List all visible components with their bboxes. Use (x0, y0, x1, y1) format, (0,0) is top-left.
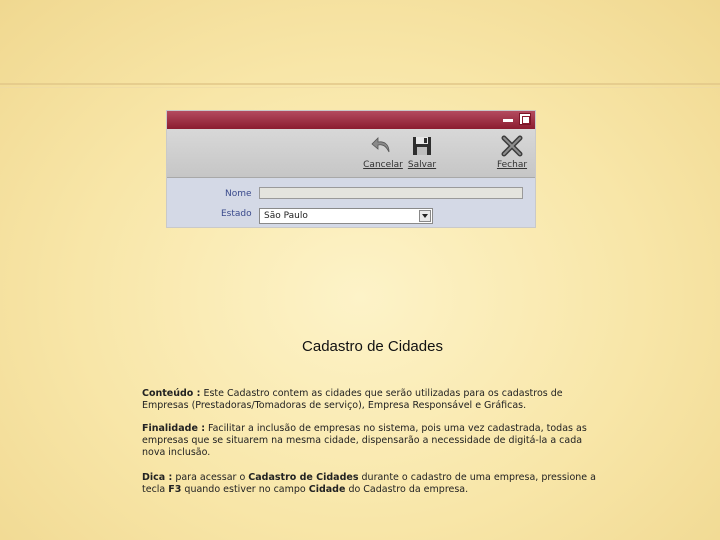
cidade-form: Nome Estado São Paulo (167, 178, 535, 227)
close-x-icon (501, 135, 523, 157)
slide-top-rule-secondary (0, 87, 720, 88)
nome-input[interactable] (259, 187, 523, 199)
conteudo-paragraph: Conteúdo : Este Cadastro contem as cidad… (142, 388, 602, 412)
estado-label: Estado (221, 209, 252, 219)
conteudo-term: Conteúdo : (142, 388, 201, 399)
dica-bold-cadastro: Cadastro de Cidades (248, 472, 359, 483)
window-titlebar (167, 111, 535, 129)
finalidade-paragraph: Finalidade : Facilitar a inclusão de emp… (142, 423, 602, 459)
floppy-disk-icon (413, 137, 431, 155)
dica-term: Dica : (142, 472, 173, 483)
finalidade-text: Facilitar a inclusão de empresas no sist… (142, 423, 587, 458)
estado-selected-value: São Paulo (264, 211, 308, 221)
maximize-button[interactable] (519, 113, 531, 125)
save-label: Salvar (407, 160, 437, 170)
dica-text-1: para acessar o (172, 472, 249, 483)
dica-bold-f3: F3 (168, 484, 182, 495)
save-button[interactable]: Salvar (399, 132, 445, 174)
undo-arrow-icon (371, 137, 390, 153)
cadastro-cidades-window: Cancelar Salvar Fechar Nome Estado São P… (166, 110, 536, 228)
dica-text-3: quando estiver no campo (181, 484, 309, 495)
chevron-down-icon[interactable] (419, 210, 431, 222)
finalidade-term: Finalidade : (142, 423, 205, 434)
window-toolbar: Cancelar Salvar Fechar (167, 129, 535, 178)
dica-text-4: do Cadastro da empresa. (345, 484, 469, 495)
close-button[interactable]: Fechar (489, 132, 535, 174)
nome-label: Nome (225, 189, 252, 199)
conteudo-text: Este Cadastro contem as cidades que serã… (142, 388, 563, 411)
close-label: Fechar (496, 160, 528, 170)
slide-top-rule (0, 83, 720, 85)
minimize-button[interactable] (502, 113, 514, 125)
dica-paragraph: Dica : para acessar o Cadastro de Cidade… (142, 472, 602, 496)
estado-select[interactable]: São Paulo (259, 208, 433, 224)
slide-title: Cadastro de Cidades (302, 338, 443, 355)
dica-bold-cidade: Cidade (308, 484, 346, 495)
